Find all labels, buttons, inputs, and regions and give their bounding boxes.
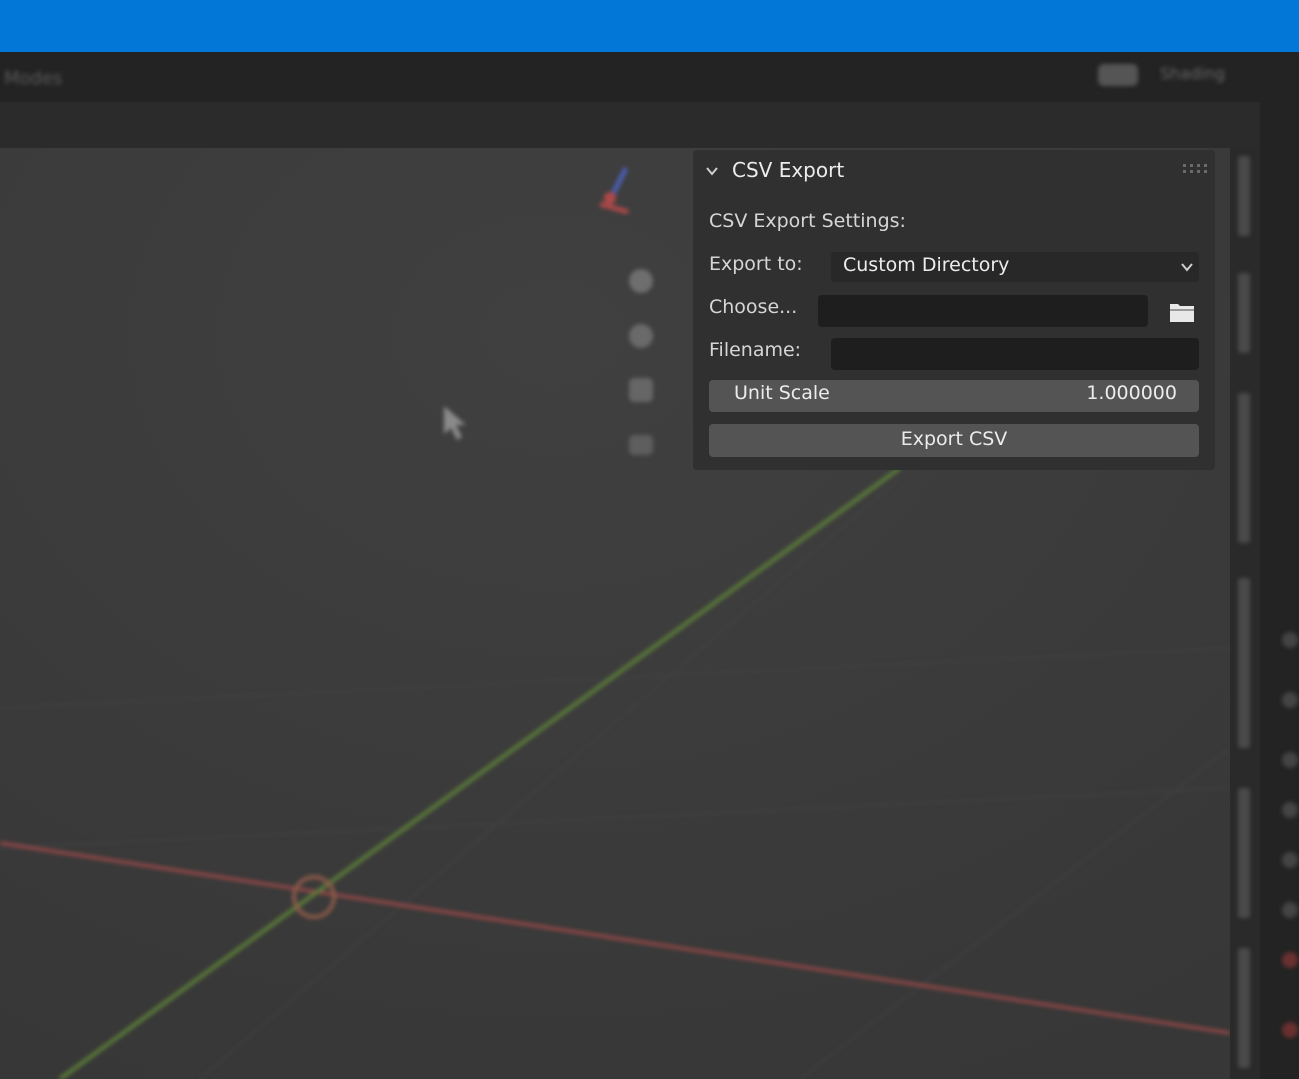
choose-label: Choose... — [709, 296, 798, 318]
hand-pan-icon[interactable] — [626, 320, 658, 352]
panel-title: CSV Export — [732, 158, 845, 182]
chevron-down-icon — [1181, 263, 1193, 272]
properties-tab-icon[interactable] — [1282, 692, 1298, 708]
shading-menu[interactable]: Shading — [1160, 64, 1225, 83]
unit-scale-value: 1.000000 — [1086, 382, 1177, 404]
shading-controls[interactable]: Shading — [1098, 62, 1228, 86]
properties-tab-icon[interactable] — [1282, 802, 1298, 818]
filename-label: Filename: — [709, 339, 802, 361]
export-to-dropdown[interactable]: Custom Directory — [831, 252, 1199, 282]
camera-icon[interactable] — [626, 374, 658, 406]
chevron-down-icon[interactable] — [705, 164, 719, 178]
folder-icon[interactable] — [1168, 298, 1196, 326]
unit-scale-label: Unit Scale — [734, 382, 830, 404]
unit-scale-field[interactable]: Unit Scale 1.000000 — [709, 380, 1199, 412]
orientation-gizmo-icon[interactable] — [588, 160, 640, 220]
properties-tab-icon[interactable] — [1282, 632, 1298, 648]
sidebar-tab-tool[interactable] — [1238, 273, 1250, 353]
choose-directory-field[interactable] — [818, 295, 1148, 327]
properties-tab-icon[interactable] — [1282, 752, 1298, 768]
drag-handle-icon[interactable] — [1183, 164, 1207, 174]
filename-field[interactable] — [831, 338, 1199, 370]
sidebar-tab-addon[interactable] — [1238, 578, 1250, 748]
sidebar-tab-addon[interactable] — [1238, 948, 1250, 1068]
settings-heading: CSV Export Settings: — [709, 210, 906, 232]
mode-menu[interactable]: Modes — [4, 68, 62, 89]
zoom-icon[interactable] — [626, 266, 658, 298]
properties-edge — [1260, 102, 1299, 1079]
export-to-label: Export to: — [709, 253, 803, 275]
sidebar-tab-item[interactable] — [1238, 156, 1250, 236]
tool-header — [0, 102, 1299, 148]
export-to-value: Custom Directory — [843, 254, 1010, 276]
overlay-toggle-icon[interactable] — [1098, 64, 1138, 86]
mouse-pointer-icon — [440, 404, 472, 444]
sidebar-tab-strip[interactable] — [1230, 148, 1260, 1079]
perspective-toggle-icon[interactable] — [626, 430, 658, 460]
export-csv-button[interactable]: Export CSV — [709, 424, 1199, 457]
properties-tab-icon[interactable] — [1282, 852, 1298, 868]
properties-tab-icon[interactable] — [1282, 902, 1298, 918]
sidebar-tab-view[interactable] — [1238, 393, 1250, 543]
properties-tab-icon[interactable] — [1282, 952, 1298, 968]
window-title-bar — [0, 0, 1299, 52]
properties-tab-icon[interactable] — [1282, 1022, 1298, 1038]
panel-header[interactable]: CSV Export — [693, 150, 1215, 192]
sidebar-tab-addon[interactable] — [1238, 788, 1250, 918]
